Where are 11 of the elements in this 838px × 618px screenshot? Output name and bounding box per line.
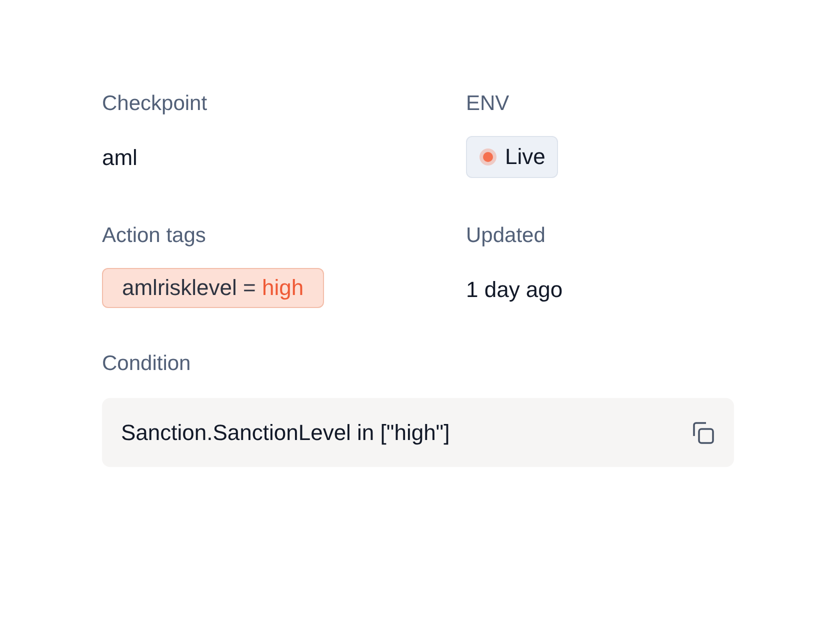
field-label: Action tags (102, 223, 207, 249)
field-label: Condition (102, 352, 191, 375)
copy-icon[interactable] (690, 420, 716, 446)
action-tag: amlrisklevel = high (102, 268, 324, 308)
field-value: 1 day ago (466, 276, 564, 304)
field-label: ENV (466, 91, 510, 117)
field-label: Updated (466, 223, 546, 249)
field-label: Checkpoint (102, 91, 208, 117)
environment-badge: Live (466, 136, 558, 178)
condition-text: Sanction.SanctionLevel in ["high"] (121, 420, 450, 446)
field-value: aml (102, 144, 138, 172)
